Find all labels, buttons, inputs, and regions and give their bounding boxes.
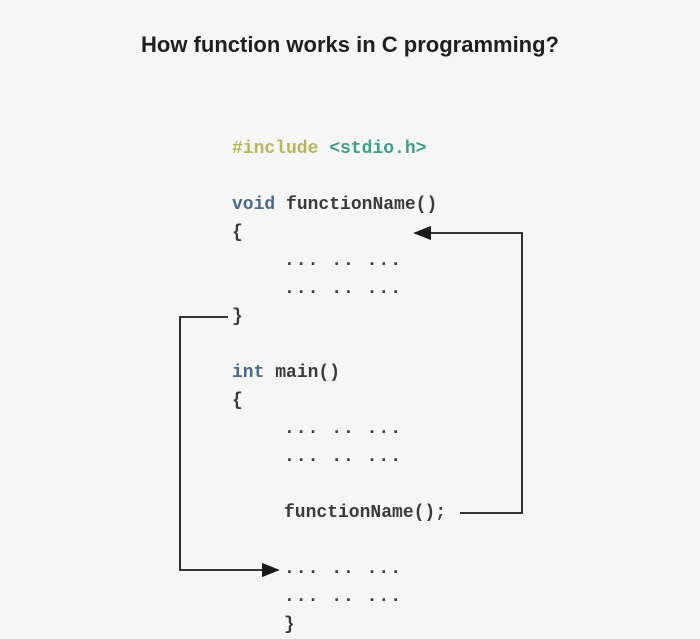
after-dots-1: ... .. ... — [232, 555, 446, 583]
main-dots-1: ... .. ... — [232, 415, 446, 443]
header-file: <stdio.h> — [329, 139, 426, 159]
code-diagram: #include <stdio.h> void functionName() {… — [232, 135, 446, 639]
after-dots-2: ... .. ... — [232, 583, 446, 611]
open-brace-2: { — [232, 387, 446, 415]
body-dots-2: ... .. ... — [232, 275, 446, 303]
void-keyword: void — [232, 195, 275, 215]
main-name: main() — [275, 363, 340, 383]
include-keyword: #include — [232, 139, 318, 159]
body-dots-1: ... .. ... — [232, 247, 446, 275]
open-brace-1: { — [232, 219, 446, 247]
include-line: #include <stdio.h> — [232, 135, 446, 163]
call-line: functionName(); — [232, 499, 446, 527]
close-brace-2: } — [232, 611, 446, 639]
blank-line-4 — [232, 527, 446, 555]
main-decl-line: int main() — [232, 359, 446, 387]
blank-line-2 — [232, 331, 446, 359]
main-dots-2: ... .. ... — [232, 443, 446, 471]
int-keyword: int — [232, 363, 264, 383]
call-expr: functionName(); — [284, 503, 446, 523]
blank-line — [232, 163, 446, 191]
close-brace-1: } — [232, 303, 446, 331]
page-title: How function works in C programming? — [0, 32, 700, 58]
func-name: functionName() — [286, 195, 437, 215]
blank-line-3 — [232, 471, 446, 499]
func-decl-line: void functionName() — [232, 191, 446, 219]
